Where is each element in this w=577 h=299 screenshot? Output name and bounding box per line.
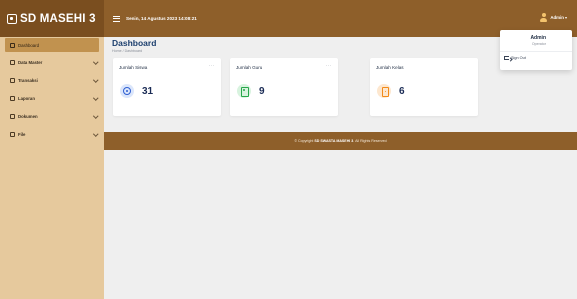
card-value: 31 — [142, 86, 154, 97]
app-root: SD MASEHI 3 Senin, 14 Agustus 2023 14:08… — [0, 0, 577, 299]
user-avatar-icon — [540, 13, 548, 22]
sign-out-icon — [504, 56, 509, 60]
teacher-badge-icon — [237, 84, 251, 98]
chevron-down-icon — [93, 60, 97, 64]
more-options-icon[interactable]: ··· — [326, 63, 332, 69]
card-title: Jumlah Siswa — [119, 65, 148, 70]
copyright-suffix: . All Rights Reserved — [353, 139, 387, 143]
database-icon — [10, 59, 15, 65]
sidebar-item-transaksi[interactable]: Transaksi — [5, 72, 99, 88]
sidebar-item-data-master[interactable]: Data Master — [5, 54, 99, 70]
sign-out-button[interactable]: Sign Out — [504, 54, 526, 62]
card-value: 9 — [259, 86, 265, 97]
footer: © Copyright SD SWASTA MASEHI 3. All Righ… — [104, 132, 577, 150]
sidebar: Dashboard Data Master Transaksi Laporan … — [0, 37, 104, 299]
brand-title: SD MASEHI 3 — [20, 12, 96, 25]
page-header: Dashboard Home / Dashboard — [112, 38, 156, 53]
card-jumlah-kelas: Jumlah Kelas 6 — [370, 58, 478, 116]
menu-toggle-icon[interactable] — [113, 15, 120, 22]
sidebar-item-dashboard[interactable]: Dashboard — [5, 38, 99, 52]
brand[interactable]: SD MASEHI 3 — [0, 0, 104, 37]
report-icon — [10, 95, 15, 101]
card-value: 6 — [399, 86, 405, 97]
user-dropdown-menu: Admin Operator Sign Out — [500, 30, 572, 70]
current-datetime: Senin, 14 Agustus 2023 14:08:21 — [126, 16, 197, 21]
sidebar-item-label: File — [18, 131, 26, 137]
dropdown-user-name: Admin — [530, 35, 546, 41]
chevron-down-icon — [93, 114, 97, 118]
copyright-brand: SD SWASTA MASEHI 3 — [314, 139, 354, 143]
folder-icon — [10, 131, 15, 137]
dropdown-user-role: Operator — [531, 42, 546, 46]
student-icon — [120, 84, 134, 98]
dashboard-icon — [10, 42, 15, 48]
sidebar-item-label: Data Master — [18, 59, 43, 65]
copyright-prefix: © Copyright — [294, 139, 315, 143]
document-icon — [10, 113, 15, 119]
page-title: Dashboard — [112, 38, 157, 48]
card-jumlah-guru: Jumlah Guru ··· 9 — [230, 58, 338, 116]
user-name: Admin — [550, 15, 564, 20]
card-title: Jumlah Kelas — [376, 65, 404, 70]
chevron-down-icon — [93, 78, 97, 82]
door-icon — [377, 84, 391, 98]
chevron-down-icon — [93, 96, 97, 100]
sign-out-label: Sign Out — [511, 56, 526, 60]
transaction-icon — [10, 77, 15, 83]
sidebar-item-label: Transaksi — [18, 77, 38, 83]
top-bar: SD MASEHI 3 Senin, 14 Agustus 2023 14:08… — [0, 0, 577, 37]
user-menu-button[interactable]: Admin ▾ — [540, 13, 567, 22]
chevron-down-icon — [93, 132, 97, 136]
sidebar-item-label: Dashboard — [18, 42, 40, 48]
main-content: Dashboard Home / Dashboard Jumlah Siswa … — [104, 37, 577, 299]
more-options-icon[interactable]: ··· — [209, 63, 215, 69]
copyright-text: © Copyright SD SWASTA MASEHI 3. All Righ… — [294, 139, 386, 143]
school-logo-icon — [7, 13, 17, 24]
sidebar-item-laporan[interactable]: Laporan — [5, 90, 99, 106]
card-title: Jumlah Guru — [236, 65, 263, 70]
sidebar-item-label: Laporan — [18, 95, 35, 101]
breadcrumb[interactable]: Home / Dashboard — [112, 49, 156, 53]
sidebar-item-label: Dokumen — [18, 113, 38, 119]
sidebar-item-dokumen[interactable]: Dokumen — [5, 108, 99, 124]
dropdown-divider — [500, 51, 572, 52]
caret-down-icon: ▾ — [564, 15, 567, 20]
sidebar-item-file[interactable]: File — [5, 126, 99, 142]
card-jumlah-siswa: Jumlah Siswa ··· 31 — [113, 58, 221, 116]
